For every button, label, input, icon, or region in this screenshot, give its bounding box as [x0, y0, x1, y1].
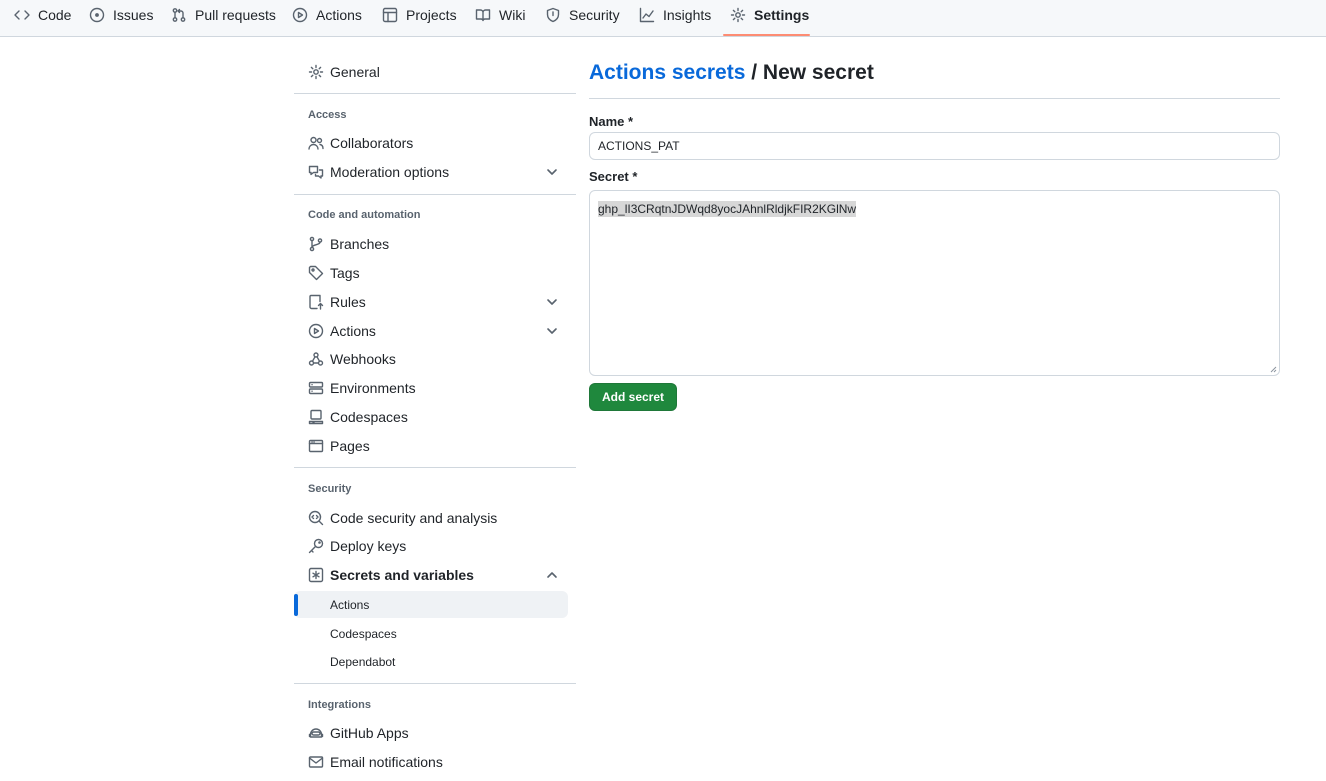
sidebar-item-label: Webhooks [330, 351, 396, 367]
sidebar-item-codespaces[interactable]: Codespaces [294, 403, 568, 431]
sidebar-item-code-security[interactable]: Code security and analysis [294, 504, 568, 532]
sidebar-subitem-actions[interactable]: Actions [294, 591, 568, 618]
page-title: Actions secrets / New secret [589, 61, 874, 85]
sidebar-item-email-notifications[interactable]: Email notifications [294, 748, 568, 776]
git-pull-request-icon [172, 8, 186, 22]
sidebar-group-security: Security [308, 483, 352, 495]
issue-opened-icon [89, 7, 105, 23]
repo-navigation: Code Issues Pull requests Actions Projec… [0, 0, 1326, 37]
sidebar-group-code-automation: Code and automation [308, 209, 421, 221]
key-icon [308, 538, 324, 554]
breadcrumb-current: / New secret [745, 61, 874, 84]
sidebar-item-label: Environments [330, 380, 416, 396]
gear-icon [308, 64, 324, 80]
code-icon [14, 10, 30, 20]
play-icon [308, 323, 324, 339]
tab-security[interactable]: Security [545, 0, 620, 30]
sidebar-divider [294, 683, 576, 684]
repo-push-icon [309, 294, 324, 310]
tab-pull-requests[interactable]: Pull requests [171, 0, 276, 30]
sidebar-item-moderation-options[interactable]: Moderation options [294, 158, 568, 186]
graph-icon [639, 7, 655, 23]
git-branch-icon [309, 236, 323, 252]
sidebar-divider [294, 467, 576, 468]
sidebar-item-tags[interactable]: Tags [294, 259, 568, 287]
chevron-down-icon [547, 169, 557, 175]
name-label: Name * [589, 114, 634, 129]
hubot-icon [308, 728, 324, 738]
key-asterisk-icon [308, 567, 324, 583]
sidebar-item-label: Secrets and variables [330, 567, 474, 583]
name-input[interactable] [589, 132, 1280, 160]
sidebar-item-label: Email notifications [330, 754, 443, 770]
sidebar-item-github-apps[interactable]: GitHub Apps [294, 719, 568, 747]
sidebar-subitem-codespaces[interactable]: Codespaces [294, 620, 568, 647]
sidebar-item-actions[interactable]: Actions [294, 317, 568, 345]
secret-label: Secret * [589, 169, 638, 184]
sidebar-item-branches[interactable]: Branches [294, 230, 568, 258]
sidebar-subitem-label: Actions [330, 597, 370, 612]
sidebar-item-environments[interactable]: Environments [294, 374, 568, 402]
tab-actions[interactable]: Actions [292, 0, 362, 30]
add-secret-button[interactable]: Add secret [589, 383, 677, 411]
sidebar-group-integrations: Integrations [308, 699, 371, 711]
sidebar-divider [294, 194, 576, 195]
selected-tab-indicator [723, 34, 810, 36]
webhook-icon [308, 352, 324, 366]
resize-handle-icon[interactable] [1269, 365, 1277, 373]
tab-insights[interactable]: Insights [639, 0, 711, 30]
sidebar-item-label: Pages [330, 438, 370, 454]
sidebar-item-label: Collaborators [330, 135, 414, 151]
sidebar-group-access: Access [308, 109, 347, 121]
sidebar-item-label: Actions [330, 323, 376, 339]
active-item-indicator [294, 594, 298, 616]
tag-icon [308, 265, 324, 281]
sidebar-item-deploy-keys[interactable]: Deploy keys [294, 532, 568, 560]
sidebar-item-label: Rules [330, 294, 366, 310]
shield-icon [546, 7, 560, 23]
chevron-down-icon [547, 299, 557, 305]
play-icon [292, 7, 308, 23]
sidebar-subitem-label: Codespaces [330, 626, 397, 641]
sidebar-item-rules[interactable]: Rules [294, 288, 568, 316]
tab-wiki[interactable]: Wiki [475, 0, 525, 30]
sidebar-item-general[interactable]: General [294, 58, 568, 86]
sidebar-item-label: Deploy keys [330, 538, 407, 554]
sidebar-subitem-label: Dependabot [330, 654, 396, 669]
table-icon [382, 7, 398, 23]
breadcrumb-actions-secrets-link[interactable]: Actions secrets [589, 61, 745, 84]
sidebar-item-label: GitHub Apps [330, 725, 409, 741]
codespaces-icon [308, 409, 324, 425]
codescan-icon [308, 510, 324, 526]
title-divider [589, 98, 1280, 99]
sidebar-item-label: Tags [330, 265, 360, 281]
sidebar-item-secrets-and-variables[interactable]: Secrets and variables [294, 561, 568, 589]
people-icon [308, 136, 324, 150]
tab-issues[interactable]: Issues [89, 0, 153, 30]
comment-discussion-icon [308, 165, 324, 179]
gear-icon [730, 7, 746, 23]
sidebar-item-collaborators[interactable]: Collaborators [294, 129, 568, 157]
sidebar-item-label: Code security and analysis [330, 510, 498, 526]
tab-settings[interactable]: Settings [730, 0, 809, 30]
sidebar-item-pages[interactable]: Pages [294, 432, 568, 460]
chevron-up-icon [547, 572, 557, 578]
browser-icon [308, 439, 324, 453]
secret-value-selected: ghp_lI3CRqtnJDWqd8yocJAhnlRldjkFIR2KGlNw [598, 201, 857, 217]
sidebar-divider [294, 93, 576, 94]
mail-icon [308, 756, 324, 768]
tab-projects[interactable]: Projects [382, 0, 457, 30]
chevron-down-icon [547, 328, 557, 334]
sidebar-item-label: Moderation options [330, 164, 450, 180]
sidebar-item-label: Codespaces [330, 409, 408, 425]
sidebar-subitem-dependabot[interactable]: Dependabot [294, 648, 568, 675]
sidebar-item-webhooks[interactable]: Webhooks [294, 345, 568, 373]
server-icon [308, 381, 324, 395]
tab-code[interactable]: Code [14, 0, 71, 30]
secret-textarea[interactable]: ghp_lI3CRqtnJDWqd8yocJAhnlRldjkFIR2KGlNw [589, 190, 1280, 376]
book-icon [475, 9, 491, 22]
sidebar-item-label: Branches [330, 236, 390, 252]
sidebar-item-label: General [330, 64, 380, 80]
